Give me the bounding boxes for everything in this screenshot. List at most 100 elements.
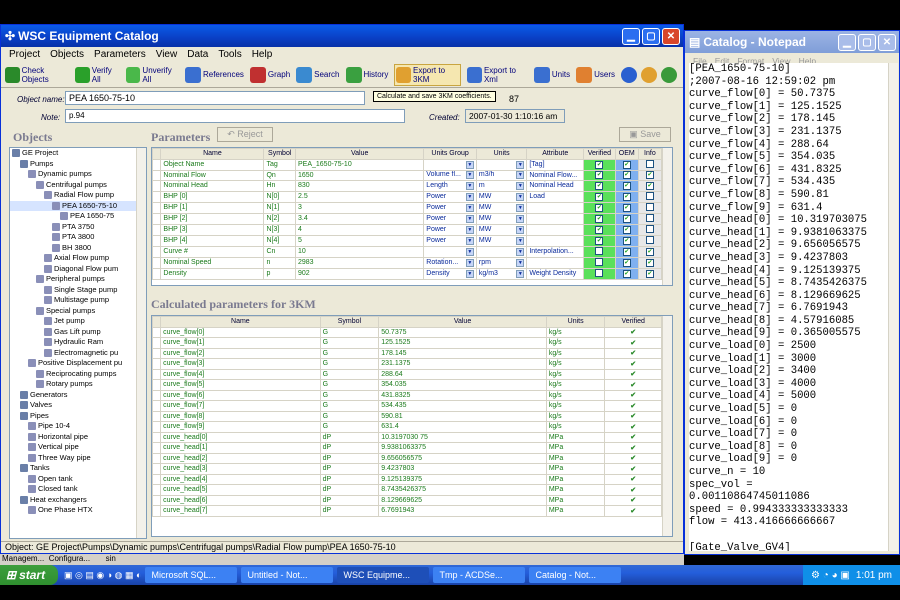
verified-cell[interactable]: ✔ — [583, 212, 616, 225]
info-cell[interactable]: ✔ — [637, 180, 663, 192]
calc-col-name[interactable]: Name — [160, 316, 321, 328]
param-cell[interactable]: Qn — [263, 169, 296, 181]
tree-node[interactable]: Heat exchangers — [10, 495, 146, 506]
calc-cell[interactable]: G — [319, 379, 380, 391]
param-cell[interactable]: ▼ — [475, 158, 528, 171]
menu-tools[interactable]: Tools — [218, 49, 241, 60]
param-cell[interactable]: BHP [2] — [160, 212, 265, 225]
calc-row[interactable]: curve_flow[2] G 178.145 kg/s ✔ — [152, 347, 662, 359]
tree-node[interactable]: Valves — [10, 400, 146, 411]
info-cell[interactable]: ✔ — [637, 169, 663, 181]
calc-cell[interactable]: 6.7691943 — [378, 505, 547, 517]
param-row[interactable]: Object Name Tag PEA_1650-75-10 ▼ ▼ [Tag] ✔ ✔ — [152, 158, 663, 171]
calc-cell[interactable]: dP — [319, 463, 380, 475]
tree-node[interactable]: Pipe 10-4 — [10, 421, 146, 432]
dropdown-arrow-icon[interactable]: ▼ — [516, 225, 525, 234]
dropdown-arrow-icon[interactable]: ▼ — [516, 171, 525, 180]
calc-row[interactable]: curve_head[5] dP 8.7435426375 MPa ✔ — [152, 484, 662, 496]
notepad-scrollbar[interactable] — [888, 63, 898, 551]
calc-cell[interactable]: MPa — [545, 494, 606, 506]
param-cell[interactable]: N[1] — [263, 201, 296, 214]
params-col-units[interactable]: Units — [475, 148, 528, 160]
tree-node[interactable]: GE Project — [10, 148, 146, 159]
param-cell[interactable]: Cn — [263, 245, 296, 258]
param-cell[interactable]: Power ▼ — [423, 212, 477, 225]
dropdown-arrow-icon[interactable]: ▼ — [465, 203, 474, 212]
calc-cell[interactable]: kg/s — [545, 400, 606, 412]
units-button[interactable]: Units — [533, 66, 570, 83]
verified-checkbox[interactable]: ✔ — [595, 171, 604, 180]
object-name-field[interactable]: PEA 1650-75-10 — [65, 91, 365, 105]
param-cell[interactable]: 3.4 — [294, 212, 425, 225]
tree-node[interactable]: Peripheral pumps — [10, 274, 146, 285]
calc-cell[interactable]: dP — [319, 494, 380, 506]
oem-cell[interactable]: ✔ — [614, 212, 639, 225]
oem-checkbox[interactable]: ✔ — [622, 236, 631, 245]
info-cell[interactable]: ✔ — [637, 267, 663, 280]
param-row[interactable]: BHP [4] N[4] 5 Power ▼ MW ▼ ✔ ✔ — [152, 234, 663, 247]
calc-cell[interactable]: curve_head[4] — [160, 473, 321, 485]
objects-tree[interactable]: GE Project Pumps Dynamic pumps Centrifugal … — [9, 147, 147, 539]
verified-checkbox[interactable]: ✔ — [595, 181, 604, 190]
oem-cell[interactable]: ✔ — [614, 169, 639, 181]
dropdown-arrow-icon[interactable]: ▼ — [465, 225, 474, 234]
calc-cell[interactable]: curve_flow[5] — [160, 379, 321, 391]
oem-cell[interactable]: ✔ — [614, 180, 639, 192]
notepad-minimize-button[interactable]: ▁ — [838, 33, 856, 51]
info-cell[interactable] — [637, 223, 663, 236]
verified-cell[interactable] — [583, 245, 616, 258]
param-cell[interactable]: 10 — [294, 245, 425, 258]
dropdown-arrow-icon[interactable]: ▼ — [516, 269, 525, 278]
params-col-units-group[interactable]: Units Group — [423, 148, 477, 160]
menu-objects[interactable]: Objects — [50, 49, 84, 60]
tree-node[interactable]: One Phase HTX — [10, 505, 146, 516]
info-cell[interactable]: ✔ — [637, 256, 663, 269]
verified-checkbox[interactable]: ✔ — [595, 160, 604, 169]
param-cell[interactable]: ▼ — [423, 245, 477, 258]
taskbar-task[interactable]: WSC Equipme... — [337, 567, 430, 583]
save-button[interactable]: ▣ Save — [619, 127, 671, 142]
oem-checkbox[interactable]: ✔ — [622, 269, 631, 278]
param-cell[interactable]: Nominal Flow — [160, 169, 265, 181]
params-col-attribute[interactable]: Attribute — [526, 148, 585, 160]
dropdown-arrow-icon[interactable]: ▼ — [516, 181, 525, 190]
calc-row[interactable]: curve_flow[3] G 231.1375 kg/s ✔ — [152, 358, 662, 370]
info-cell[interactable] — [637, 190, 663, 203]
verified-checkbox[interactable] — [595, 269, 604, 277]
param-cell[interactable]: Volume fl... ▼ — [423, 169, 477, 181]
param-cell[interactable]: Curve # — [160, 245, 265, 258]
start-button[interactable]: ⊞ start — [0, 565, 58, 585]
calc-cell[interactable]: MPa — [545, 452, 606, 464]
calc-cell[interactable]: curve_head[3] — [160, 463, 321, 475]
tree-node[interactable]: Tanks — [10, 463, 146, 474]
parameters-grid[interactable]: Name Symbol Value Units Group Units Attribute… — [151, 147, 673, 286]
export-xml-button[interactable]: Export to Xml — [467, 66, 528, 84]
tree-node[interactable]: Pipes — [10, 411, 146, 422]
calc-cell[interactable]: 631.4 — [378, 421, 547, 433]
dropdown-arrow-icon[interactable]: ▼ — [465, 171, 474, 180]
menu-project[interactable]: Project — [9, 49, 40, 60]
calc-cell[interactable]: G — [319, 337, 380, 349]
dropdown-arrow-icon[interactable]: ▼ — [516, 203, 525, 212]
info-checkbox[interactable]: ✔ — [645, 269, 654, 278]
param-row[interactable]: BHP [2] N[2] 3.4 Power ▼ MW ▼ ✔ ✔ — [152, 212, 663, 225]
oem-cell[interactable]: ✔ — [614, 223, 639, 236]
info-cell[interactable] — [637, 201, 663, 214]
calc-cell[interactable]: G — [319, 347, 380, 359]
dropdown-arrow-icon[interactable]: ▼ — [465, 160, 474, 169]
dropdown-arrow-icon[interactable]: ▼ — [516, 258, 525, 267]
verified-checkbox[interactable]: ✔ — [595, 192, 604, 201]
calc-cell[interactable]: dP — [319, 452, 380, 464]
param-cell[interactable]: MW ▼ — [475, 234, 528, 247]
dropdown-arrow-icon[interactable]: ▼ — [465, 181, 474, 190]
verified-cell[interactable]: ✔ — [583, 158, 616, 171]
param-row[interactable]: Nominal Speed n 2983 Rotation... ▼ rpm ▼ ✔ ✔ — [152, 256, 663, 269]
info-cell[interactable]: ✔ — [637, 245, 663, 258]
calc-cell[interactable]: kg/s — [545, 379, 606, 391]
references-button[interactable]: References — [184, 66, 244, 83]
calc-row[interactable]: curve_head[4] dP 9.125139375 MPa ✔ — [152, 473, 662, 485]
calc-row[interactable]: curve_flow[8] G 590.81 kg/s ✔ — [152, 410, 662, 422]
calc-row[interactable]: curve_head[3] dP 9.4237803 MPa ✔ — [152, 463, 662, 475]
param-cell[interactable]: Hn — [263, 180, 296, 192]
tree-node[interactable]: Positive Displacement pu — [10, 358, 146, 369]
